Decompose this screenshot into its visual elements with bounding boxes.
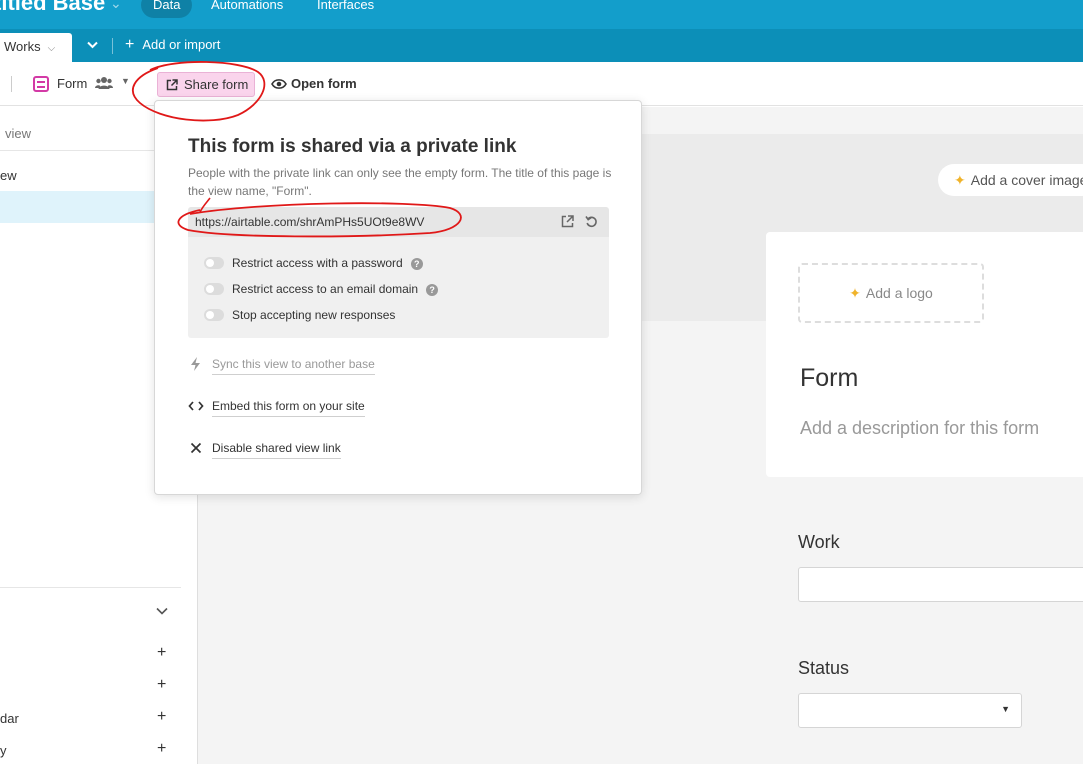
popover-title: This form is shared via a private link — [188, 136, 517, 157]
password-toggle[interactable] — [204, 257, 224, 269]
embed-form-label: Embed this form on your site — [212, 399, 365, 417]
field-label-work: Work — [798, 532, 840, 552]
nav-data[interactable]: Data — [141, 0, 193, 18]
work-field-input[interactable] — [798, 567, 1083, 602]
share-link-bar: https://airtable.com/shrAmPHs5UOt9e8WV — [188, 207, 609, 237]
plus-icon[interactable]: + — [157, 740, 166, 758]
share-form-button[interactable]: Share form — [157, 72, 255, 97]
view-menu-caret-icon[interactable]: ▼ — [121, 76, 130, 86]
open-form-label: Open form — [291, 76, 357, 91]
create-section-chevron-icon[interactable] — [156, 604, 168, 618]
close-icon — [190, 442, 202, 454]
external-link-icon[interactable] — [561, 215, 574, 228]
code-icon — [188, 401, 204, 411]
add-cover-image-button[interactable]: ✦ Add a cover image — [938, 164, 1083, 196]
help-icon[interactable]: ? — [410, 258, 423, 270]
divider — [11, 76, 12, 92]
app-header: titled Base ⌄ Data Automations Interface… — [0, 0, 1083, 29]
add-logo-label: Add a logo — [865, 285, 933, 301]
sparkle-icon: ✦ — [849, 285, 861, 301]
status-select[interactable]: ▼ — [798, 693, 1022, 728]
all-tables-chevron-icon[interactable] — [78, 32, 106, 58]
create-view-calendar[interactable]: dar — [0, 711, 19, 726]
disable-link-action[interactable]: Disable shared view link — [188, 441, 341, 459]
create-view-gallery[interactable]: y — [0, 743, 7, 758]
table-tab-label: Works — [4, 39, 41, 54]
plus-icon: + — [125, 36, 135, 53]
divider — [112, 38, 113, 54]
bolt-icon — [191, 357, 200, 371]
nav-interfaces[interactable]: Interfaces — [305, 0, 386, 18]
sync-view-label: Sync this view to another base — [212, 357, 375, 375]
stop-responses-option[interactable]: Stop accepting new responses — [204, 308, 395, 322]
email-domain-option[interactable]: Restrict access to an email domain? — [204, 282, 439, 296]
embed-form-action[interactable]: Embed this form on your site — [188, 399, 365, 417]
find-view-input[interactable]: view — [5, 126, 31, 141]
sparkle-icon: ✦ — [954, 172, 966, 188]
share-icon — [166, 79, 178, 91]
plus-icon[interactable]: + — [157, 644, 166, 662]
help-icon[interactable]: ? — [426, 284, 439, 296]
form-title[interactable]: Form — [800, 364, 858, 393]
email-domain-toggle[interactable] — [204, 283, 224, 295]
table-tab-works[interactable]: Works ⌵ — [0, 33, 72, 62]
share-options-box: Restrict access with a password? Restric… — [188, 237, 609, 338]
base-title[interactable]: titled Base — [0, 0, 105, 16]
open-form-button[interactable]: Open form — [271, 77, 357, 91]
table-tab-bar: Works ⌵ + Add or import — [0, 29, 1083, 62]
people-icon — [95, 77, 113, 89]
stop-responses-option-label: Stop accepting new responses — [232, 308, 396, 322]
select-caret-icon: ▼ — [1001, 704, 1010, 714]
chevron-down-icon[interactable]: ⌄ — [110, 0, 122, 12]
share-form-popover: This form is shared via a private link P… — [154, 100, 642, 495]
plus-icon[interactable]: + — [157, 676, 166, 694]
stop-responses-toggle[interactable] — [204, 309, 224, 321]
nav-automations[interactable]: Automations — [199, 0, 295, 18]
add-or-import-button[interactable]: + Add or import — [125, 36, 220, 54]
add-logo-button[interactable]: ✦ Add a logo — [798, 263, 984, 323]
email-domain-option-label: Restrict access to an email domain — [232, 282, 419, 296]
sync-view-action[interactable]: Sync this view to another base — [188, 357, 375, 375]
plus-icon[interactable]: + — [157, 708, 166, 726]
chevron-down-icon[interactable]: ⌵ — [48, 43, 56, 54]
password-option-label: Restrict access with a password — [232, 256, 403, 270]
divider — [0, 587, 181, 588]
refresh-icon[interactable] — [585, 215, 598, 228]
view-name[interactable]: Form — [57, 76, 87, 91]
sidebar-view-item[interactable]: ew — [0, 168, 17, 183]
share-form-label: Share form — [184, 77, 249, 92]
add-or-import-label: Add or import — [142, 37, 221, 52]
share-link-url[interactable]: https://airtable.com/shrAmPHs5UOt9e8WV — [195, 215, 424, 229]
add-cover-image-label: Add a cover image — [970, 172, 1083, 188]
disable-link-label: Disable shared view link — [212, 441, 341, 459]
eye-icon — [271, 79, 287, 89]
form-description-input[interactable]: Add a description for this form — [800, 418, 1039, 439]
form-view-icon — [33, 76, 49, 92]
form-header-card: ✦ Add a logo Form Add a description for t… — [766, 232, 1083, 477]
field-label-status: Status — [798, 658, 850, 678]
popover-description: People with the private link can only se… — [188, 166, 612, 198]
password-option[interactable]: Restrict access with a password? — [204, 256, 423, 270]
